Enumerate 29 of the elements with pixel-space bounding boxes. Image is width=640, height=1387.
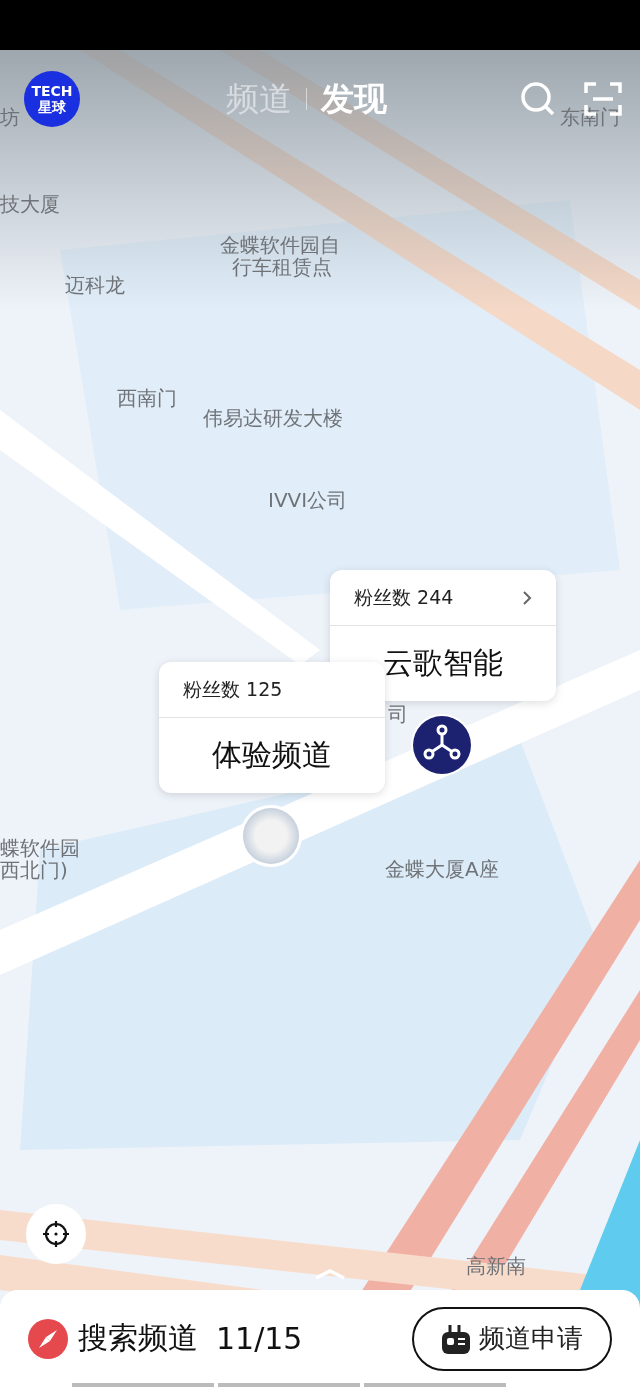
- map-label: 蝶软件园: [0, 836, 80, 860]
- channel-name: 体验频道: [211, 736, 333, 774]
- logo-text: 星球: [38, 99, 66, 115]
- fan-count: 粉丝数 125: [183, 676, 283, 702]
- map-label: 西北门): [0, 858, 68, 882]
- map-label: 迈科龙: [65, 273, 125, 297]
- map-label: 司: [388, 702, 408, 726]
- map-label: 金蝶软件园自: [220, 233, 340, 257]
- map-label: 技大厦: [0, 192, 60, 216]
- search-channel-label[interactable]: 搜索频道: [78, 1318, 198, 1359]
- channel-name: 云歌智能: [382, 644, 504, 682]
- crosshair-icon: [42, 1220, 70, 1248]
- channel-card[interactable]: 粉丝数 125 体验频道: [159, 662, 385, 793]
- apply-channel-button[interactable]: 频道申请: [412, 1306, 612, 1371]
- compass-icon[interactable]: [28, 1318, 68, 1359]
- search-icon[interactable]: [520, 81, 556, 117]
- map-label: IVVI公司: [268, 488, 348, 512]
- chevron-right-icon[interactable]: [522, 589, 532, 606]
- map-label: 坊: [0, 105, 20, 129]
- radio-icon: [441, 1322, 471, 1355]
- map-label: 伟易达研发大楼: [203, 406, 343, 430]
- channel-card[interactable]: 粉丝数 244 云歌智能: [330, 570, 556, 701]
- map-label: 西南门: [117, 386, 177, 410]
- map-label: 行车租赁点: [232, 255, 332, 279]
- map-label: 高新南: [466, 1254, 526, 1278]
- map-label: 金蝶大厦A座: [385, 857, 499, 881]
- fan-count: 粉丝数 244: [354, 584, 454, 610]
- channel-count: 11/15: [216, 1321, 303, 1356]
- logo-text: TECH: [31, 83, 73, 99]
